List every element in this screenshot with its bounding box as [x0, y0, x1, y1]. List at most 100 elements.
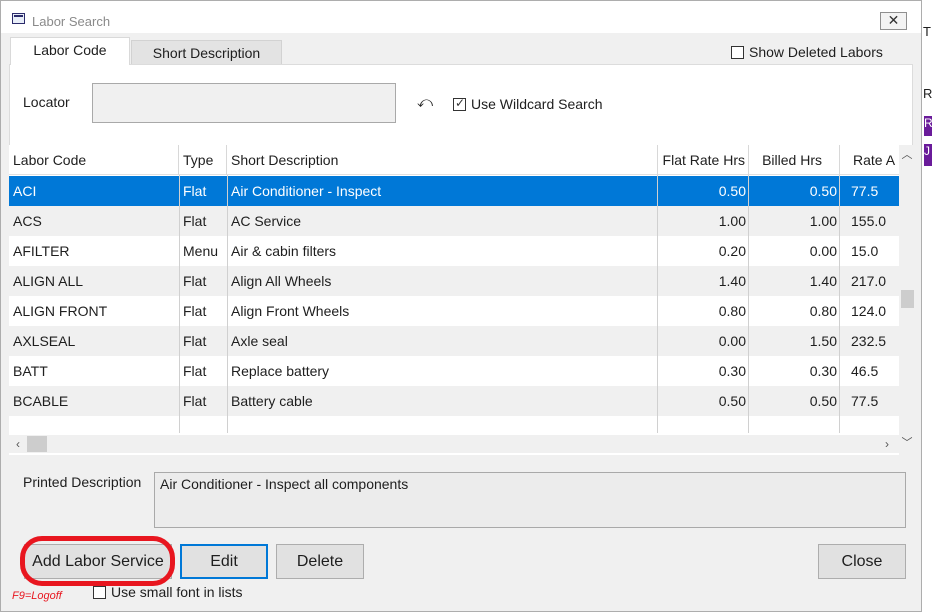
cell-type: Flat: [183, 303, 207, 319]
grid-header: Labor Code Type Short Description Flat R…: [9, 145, 915, 175]
column-header-labor-code[interactable]: Labor Code: [9, 145, 179, 175]
cell-rate: 124.0: [851, 303, 887, 319]
cell-type: Flat: [183, 183, 207, 199]
cell-billed-hrs: 0.00: [809, 243, 837, 259]
cell-short-description: Air Conditioner - Inspect: [231, 183, 382, 199]
cell-short-description: Axle seal: [231, 333, 288, 349]
window-title: Labor Search: [32, 14, 111, 29]
cell-short-description: Align All Wheels: [231, 273, 332, 289]
cell-flat-rate-hrs: 0.50: [718, 393, 746, 409]
cell-rate: 46.5: [851, 363, 879, 379]
close-button[interactable]: Close: [818, 544, 906, 579]
cell-labor-code: ACS: [13, 213, 42, 229]
cell-flat-rate-hrs: 1.00: [718, 213, 746, 229]
cell-rate: 77.5: [851, 183, 879, 199]
scroll-left-icon[interactable]: ‹: [10, 435, 26, 453]
background-text: R: [923, 86, 932, 101]
horizontal-scrollbar[interactable]: ‹ ›: [9, 435, 899, 453]
table-row[interactable]: ACS Flat AC Service 1.00 1.00 155.0: [9, 206, 899, 236]
vertical-scroll-thumb[interactable]: [901, 290, 914, 308]
scroll-right-icon[interactable]: ›: [879, 435, 895, 453]
cell-short-description: Replace battery: [231, 363, 330, 379]
checkbox-icon[interactable]: [93, 585, 106, 599]
tab-labor-code[interactable]: Labor Code: [10, 37, 130, 65]
cell-billed-hrs: 0.50: [809, 393, 837, 409]
table-row[interactable]: BCABLE Flat Battery cable 0.50 0.50 77.5: [9, 386, 899, 416]
cell-flat-rate-hrs: 0.30: [718, 363, 746, 379]
column-divider: [839, 175, 840, 433]
cell-flat-rate-hrs: 1.40: [718, 273, 746, 289]
table-row[interactable]: ACI Flat Air Conditioner - Inspect 0.50 0.50…: [9, 176, 899, 206]
horizontal-scroll-thumb[interactable]: [27, 436, 47, 452]
cell-billed-hrs: 1.50: [809, 333, 837, 349]
column-divider: [657, 175, 658, 433]
checkbox-icon[interactable]: [731, 45, 744, 59]
column-header-billed-hrs[interactable]: Billed Hrs: [749, 145, 840, 175]
cell-rate: 77.5: [851, 393, 879, 409]
column-header-type[interactable]: Type: [179, 145, 227, 175]
window-icon: [12, 13, 25, 24]
column-header-short-description[interactable]: Short Description: [227, 145, 658, 175]
locator-label: Locator: [23, 94, 70, 110]
table-row[interactable]: AXLSEAL Flat Axle seal 0.00 1.50 232.5: [9, 326, 899, 356]
column-header-flat-rate-hrs[interactable]: Flat Rate Hrs: [658, 145, 749, 175]
wildcard-search-checkbox[interactable]: Use Wildcard Search: [453, 96, 603, 112]
close-window-button[interactable]: ✕: [880, 12, 907, 30]
cell-labor-code: ALIGN FRONT: [13, 303, 108, 319]
cell-billed-hrs: 0.30: [809, 363, 837, 379]
show-deleted-checkbox[interactable]: Show Deleted Labors: [731, 44, 883, 60]
cell-type: Menu: [183, 243, 219, 259]
background-purple-tag: J: [924, 144, 932, 166]
scroll-up-icon[interactable]: ︿: [899, 147, 915, 163]
column-divider: [748, 175, 749, 433]
tab-short-description[interactable]: Short Description: [131, 40, 282, 65]
small-font-label: Use small font in lists: [111, 584, 243, 600]
cell-flat-rate-hrs: 0.00: [718, 333, 746, 349]
vertical-scrollbar[interactable]: ︿ ﹀: [899, 145, 915, 455]
cell-type: Flat: [183, 393, 207, 409]
wildcard-label: Use Wildcard Search: [471, 96, 603, 112]
cell-rate: 155.0: [851, 213, 887, 229]
cell-billed-hrs: 0.50: [809, 183, 837, 199]
cell-type: Flat: [183, 273, 207, 289]
column-header-rate[interactable]: Rate A: [840, 145, 899, 175]
cell-short-description: Battery cable: [231, 393, 313, 409]
checkbox-checked-icon[interactable]: [453, 96, 466, 111]
labor-grid: Labor Code Type Short Description Flat R…: [9, 145, 915, 455]
cell-labor-code: ACI: [13, 183, 37, 199]
delete-button[interactable]: Delete: [276, 544, 364, 579]
table-row[interactable]: ALIGN ALL Flat Align All Wheels 1.40 1.40 217…: [9, 266, 899, 296]
printed-description-label: Printed Description: [23, 474, 142, 490]
logoff-hint: F9=Logoff: [12, 590, 62, 602]
cell-labor-code: BCABLE: [13, 393, 69, 409]
undo-icon[interactable]: ⤺: [417, 94, 433, 111]
cell-labor-code: AFILTER: [13, 243, 70, 259]
locator-input[interactable]: [92, 83, 396, 123]
cell-labor-code: AXLSEAL: [13, 333, 76, 349]
cell-rate: 15.0: [851, 243, 879, 259]
table-row[interactable]: ALIGN FRONT Flat Align Front Wheels 0.80 0.8…: [9, 296, 899, 326]
small-font-checkbox[interactable]: Use small font in lists: [93, 584, 242, 600]
cell-flat-rate-hrs: 0.50: [718, 183, 746, 199]
cell-flat-rate-hrs: 0.20: [718, 243, 746, 259]
column-divider: [227, 175, 228, 433]
cell-type: Flat: [183, 363, 207, 379]
printed-description-field[interactable]: Air Conditioner - Inspect all components: [154, 472, 906, 528]
table-row[interactable]: AFILTER Menu Air & cabin filters 0.20 0.00 15…: [9, 236, 899, 266]
cell-rate: 217.0: [851, 273, 887, 289]
cell-short-description: AC Service: [231, 213, 302, 229]
show-deleted-label: Show Deleted Labors: [749, 44, 883, 60]
cell-labor-code: BATT: [13, 363, 48, 379]
cell-billed-hrs: 1.00: [809, 213, 837, 229]
cell-short-description: Air & cabin filters: [231, 243, 337, 259]
scroll-down-icon[interactable]: ﹀: [899, 435, 915, 451]
background-purple-tag: R: [924, 116, 932, 136]
add-labor-service-button[interactable]: Add Labor Service: [24, 544, 172, 579]
table-row[interactable]: BATT Flat Replace battery 0.30 0.30 46.5: [9, 356, 899, 386]
edit-button[interactable]: Edit: [180, 544, 268, 579]
cell-type: Flat: [183, 333, 207, 349]
cell-billed-hrs: 1.40: [809, 273, 837, 289]
title-bar: Labor Search ✕: [1, 1, 921, 33]
background-text: T: [923, 24, 931, 39]
cell-rate: 232.5: [851, 333, 887, 349]
